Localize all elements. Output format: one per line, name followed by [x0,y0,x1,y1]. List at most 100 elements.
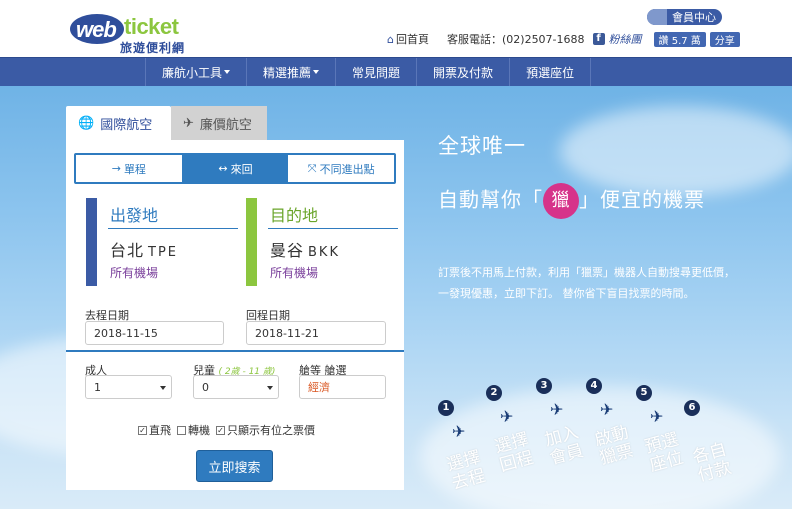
step-2: 2 ✈ 選擇回程 [486,385,536,476]
hunt-badge: 獵 [543,183,579,219]
checkbox-empty-icon [177,425,186,435]
chevron-down-icon [160,386,166,390]
child-value: 0 [202,380,209,394]
check-label: 只顯示有位之票價 [227,424,315,437]
fans-link[interactable]: 粉絲團 [609,31,642,47]
adult-select[interactable]: 1 [85,375,172,399]
arrow-both-icon: ↔ [218,162,228,175]
avatar [647,9,667,25]
nav-label: 預選座位 [526,65,575,80]
top-links: ⌂ 回首頁 客服電話：(02)2507-1688 f 粉絲團 讚 5.7 萬 分… [387,31,740,47]
step-number: 4 [586,378,602,394]
nav-label: 精選推薦 [263,65,312,80]
section-divider [66,350,404,352]
child-select[interactable]: 0 [193,375,279,399]
home-link[interactable]: ⌂ 回首頁 [387,31,429,47]
step-5: 5 ✈ 預選座位 [636,385,686,476]
filter-checks: ✓ 直飛 轉機 ✓ 只顯示有位之票價 [138,422,315,438]
nav-label: 開票及付款 [433,65,494,80]
direct-flight-checkbox[interactable]: ✓ 直飛 [138,422,171,438]
plane-icon: ✈ [452,422,466,441]
logo-subtitle: 旅遊便利網 [120,41,186,55]
destination-code: BKK [308,245,340,260]
return-date-input[interactable]: 2018-11-21 [246,321,386,345]
tab-low-cost[interactable]: ✈ 廉價航空 [171,106,267,140]
step-label: 各自付款 [690,439,734,486]
destination-selector[interactable]: 目的地 曼谷 BKK 所有機場 [246,198,398,286]
like-button[interactable]: 讚 5.7 萬 [653,31,706,47]
checkbox-checked-icon: ✓ [216,425,225,435]
member-center-label: 會員中心 [672,11,716,24]
step-label: 啟動獵票 [592,422,636,469]
nav-item-lcc-tools[interactable]: 廉航小工具 [145,58,246,86]
destination-airport: 所有機場 [270,266,319,280]
step-label: 預選座位 [642,429,686,476]
step-label: 加入會員 [542,422,586,469]
plane-icon: ✈ [600,400,614,419]
plane-icon: ✈ [500,407,514,426]
plane-icon: ✈ [650,407,664,426]
step-4: 4 ✈ 啟動獵票 [586,378,636,469]
divider [108,228,238,229]
globe-icon: 🌐 [78,115,95,131]
trip-label: 單程 [123,162,146,176]
origin-title: 出發地 [110,206,159,225]
chevron-down-icon [313,70,320,74]
nav-item-seat-selection[interactable]: 預選座位 [509,58,592,86]
promo-text-b: 」便宜的機票 [579,187,705,212]
origin-selector[interactable]: 出發地 台北 TPE 所有機場 [86,198,238,286]
nav-label: 常見問題 [352,65,401,80]
promo-description: 訂票後不用馬上付款，利用「獵票」機器人自動搜尋更低價，一發現優惠，立即下訂。 替… [438,266,735,300]
promo-text-a: 自動幫你「 [438,187,543,212]
chevron-down-icon [224,70,231,74]
step-3: 3 ✈ 加入會員 [536,378,586,469]
destination-city-name: 曼谷 [270,241,305,260]
site-logo[interactable]: web ticket 旅遊便利網 [70,10,200,55]
arrow-right-icon: → [111,162,121,175]
trip-label: 不同進出點 [319,162,375,176]
destination-color-bar [246,198,257,286]
origin-city-name: 台北 [110,241,145,260]
expand-icon: ⤧ [307,161,317,175]
nav-item-faq[interactable]: 常見問題 [335,58,416,86]
trip-round-trip[interactable]: ↔ 來回 [182,155,289,182]
nav-item-payment[interactable]: 開票及付款 [416,58,509,86]
adult-value: 1 [94,380,101,394]
member-center-button[interactable]: 會員中心 [647,9,722,25]
cabin-select[interactable]: 經濟 [299,375,386,399]
step-number: 3 [536,378,552,394]
facebook-icon[interactable]: f [592,33,605,45]
promo-subheadline: 自動幫你「獵」便宜的機票 [438,183,738,219]
tab-international[interactable]: 🌐 國際航空 [66,106,171,140]
search-button[interactable]: 立即搜索 [196,450,273,482]
step-number: 5 [636,385,652,401]
depart-date-input[interactable]: 2018-11-15 [85,321,224,345]
tab-label: 國際航空 [100,117,153,133]
step-1: 1 ✈ 選擇去程 [438,400,488,494]
step-number: 6 [684,400,700,416]
plane-icon: ✈ [183,115,194,131]
home-icon: ⌂ [387,32,394,46]
logo-web-text: web [76,17,117,42]
main-nav: 廉航小工具 精選推薦 常見問題 開票及付款 預選座位 [0,57,792,86]
transfer-checkbox[interactable]: 轉機 [177,422,210,438]
site-header: web ticket 旅遊便利網 會員中心 ⌂ 回首頁 客服電話：(02)250… [0,0,792,57]
trip-one-way[interactable]: → 單程 [76,155,183,182]
destination-city: 曼谷 BKK [270,237,340,261]
trip-label: 來回 [230,162,253,176]
step-number: 1 [438,400,454,416]
share-button[interactable]: 分享 [709,31,740,47]
checkbox-checked-icon: ✓ [138,425,147,435]
step-label: 選擇去程 [444,447,488,494]
step-number: 2 [486,385,502,401]
steps-graphic: 1 ✈ 選擇去程 2 ✈ 選擇回程 3 ✈ 加入會員 4 ✈ 啟動獵票 5 ✈ … [430,375,760,505]
step-label: 選擇回程 [492,429,536,476]
nav-item-featured[interactable]: 精選推薦 [246,58,335,86]
available-only-checkbox[interactable]: ✓ 只顯示有位之票價 [216,422,315,438]
plane-icon: ✈ [550,400,564,419]
check-label: 轉機 [188,424,210,437]
trip-multi-city[interactable]: ⤧ 不同進出點 [288,155,394,182]
home-label: 回首頁 [395,33,429,46]
step-6: 6 各自付款 [684,400,734,486]
origin-code: TPE [148,245,179,260]
